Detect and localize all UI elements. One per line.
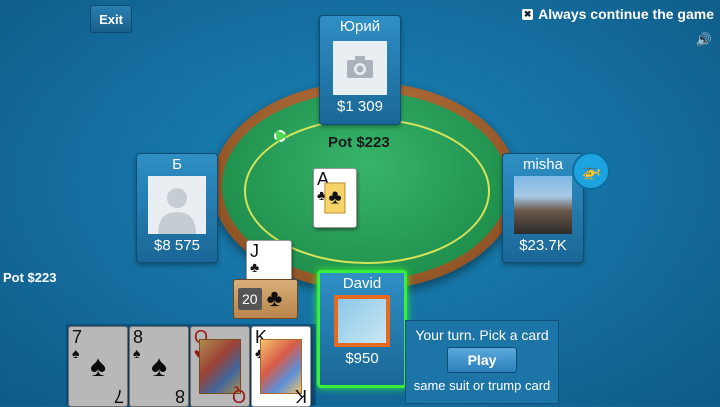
turn-hint: same suit or trump card (413, 378, 551, 393)
club-icon: ♣ (324, 182, 346, 214)
player-money: $950 (345, 350, 379, 367)
spade-icon: ♠ (90, 349, 106, 383)
player-avatar (334, 295, 390, 347)
exit-button[interactable]: Exit (90, 5, 132, 33)
player-name: Юрий (339, 18, 381, 35)
helicopter-icon: 🚁 (572, 152, 610, 190)
player-seat-top[interactable]: Юрий $1 309 (319, 15, 401, 125)
card-rank: 7 (113, 386, 124, 406)
speaker-icon[interactable]: 🔊 (696, 32, 712, 48)
player-seat-left[interactable]: Б $8 575 (136, 153, 218, 263)
player-money: $8 575 (154, 237, 200, 254)
hand-card[interactable]: K ♣ K (251, 326, 311, 407)
player-name: Б (172, 156, 182, 173)
card-suit: ♠ (72, 345, 80, 361)
pot-center-label: Pot $223 (328, 134, 390, 151)
card-rank: Q (231, 386, 246, 406)
player-money: $23.7K (519, 237, 567, 254)
trump-card: J ♣ (246, 240, 292, 282)
club-icon: ♣ (266, 285, 283, 312)
always-continue-label: Always continue the game (538, 6, 714, 22)
spade-icon: ♠ (151, 349, 167, 383)
player-name: David (342, 275, 382, 292)
card-rank: K (294, 386, 307, 406)
player-seat-self: David $950 (317, 270, 407, 388)
player-name: misha (522, 156, 563, 173)
turn-panel: Your turn. Pick a card Play same suit or… (405, 320, 559, 404)
hand-card[interactable]: 7 ♠ ♠ 7 (68, 326, 128, 407)
deck: 20 ♣ (233, 279, 298, 319)
card-suit: ♣ (250, 259, 260, 275)
camera-icon (333, 41, 387, 95)
player-photo (514, 176, 572, 234)
always-continue-toggle[interactable]: ✖ Always continue the game (522, 6, 714, 22)
hand-card[interactable]: 8 ♠ ♠ 8 (129, 326, 189, 407)
deck-count: 20 (238, 288, 262, 310)
dealer-chip-icon (274, 130, 286, 142)
play-button[interactable]: Play (447, 347, 517, 373)
hand-card[interactable]: Q ♥ Q (190, 326, 250, 407)
card-rank: 8 (174, 386, 185, 406)
checkbox-icon[interactable]: ✖ (522, 8, 534, 20)
table-card: A ♣ ♣ (313, 168, 357, 228)
player-money: $1 309 (337, 98, 383, 115)
card-suit: ♠ (133, 345, 141, 361)
user-silhouette-icon (148, 176, 206, 234)
pot-side-label: Pot $223 (3, 270, 57, 285)
turn-title: Your turn. Pick a card (415, 327, 549, 343)
